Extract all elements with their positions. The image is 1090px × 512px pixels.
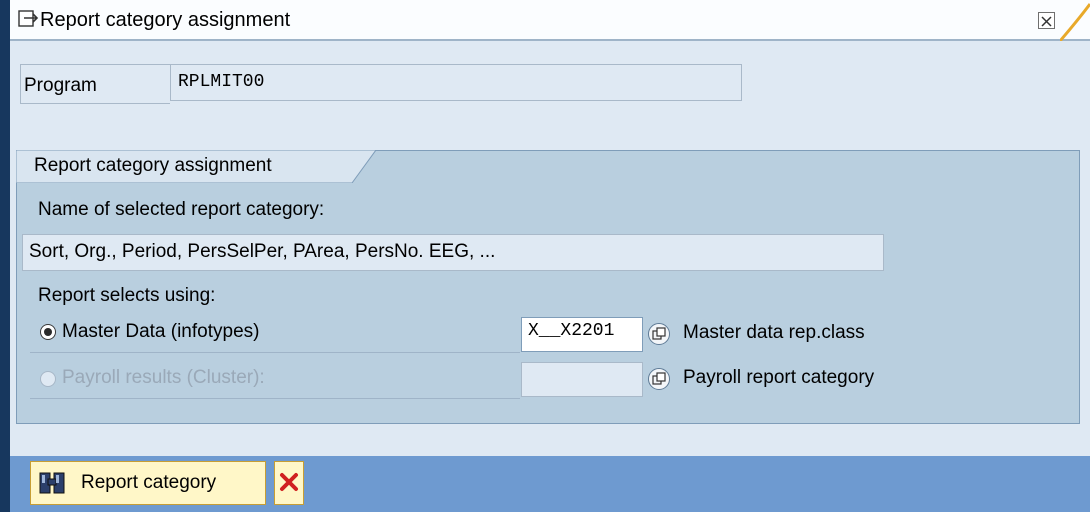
window-title: Report category assignment <box>40 9 291 31</box>
binoculars-icon <box>39 472 65 494</box>
popup-window-icon <box>652 327 666 340</box>
category-name-value: Sort, Org., Period, PersSelPer, PArea, P… <box>29 241 496 262</box>
payroll-report-category-label: Payroll report category <box>683 367 875 388</box>
close-window-button[interactable] <box>1038 12 1055 29</box>
title-bar-edge <box>0 0 10 41</box>
window-left-edge <box>0 0 10 512</box>
name-of-category-label: Name of selected report category: <box>38 199 325 220</box>
category-name-field: Sort, Org., Period, PersSelPer, PArea, P… <box>22 234 884 271</box>
master-data-rep-class-value: X__X2201 <box>528 321 615 341</box>
cancel-x-icon <box>280 473 298 491</box>
title-accent-decoration <box>1060 3 1090 41</box>
cancel-button[interactable] <box>274 461 304 505</box>
row-divider <box>30 398 520 399</box>
master-data-radio[interactable] <box>40 324 56 340</box>
master-data-label[interactable]: Master Data (infotypes) <box>62 321 259 343</box>
group-title: Report category assignment <box>34 155 272 176</box>
report-selects-label: Report selects using: <box>38 285 216 306</box>
report-category-button[interactable]: Report category <box>30 461 266 505</box>
row-divider <box>30 352 520 353</box>
report-category-button-label: Report category <box>81 472 217 493</box>
program-value: RPLMIT00 <box>178 72 265 92</box>
master-data-rep-class-input[interactable]: X__X2201 <box>521 317 643 352</box>
window-menu-icon[interactable] <box>18 10 40 28</box>
program-field: RPLMIT00 <box>170 64 742 101</box>
title-bar: Report category assignment <box>0 0 1090 41</box>
program-label-frame <box>20 64 170 104</box>
payroll-report-category-input[interactable] <box>521 362 643 397</box>
close-icon <box>1041 16 1052 27</box>
payroll-report-category-button[interactable] <box>648 368 670 390</box>
payroll-results-label[interactable]: Payroll results (Cluster): <box>62 367 265 389</box>
popup-window-icon <box>652 372 666 385</box>
master-data-rep-class-label: Master data rep.class <box>683 322 865 343</box>
payroll-results-radio[interactable] <box>40 371 56 387</box>
master-data-rep-class-button[interactable] <box>648 323 670 345</box>
